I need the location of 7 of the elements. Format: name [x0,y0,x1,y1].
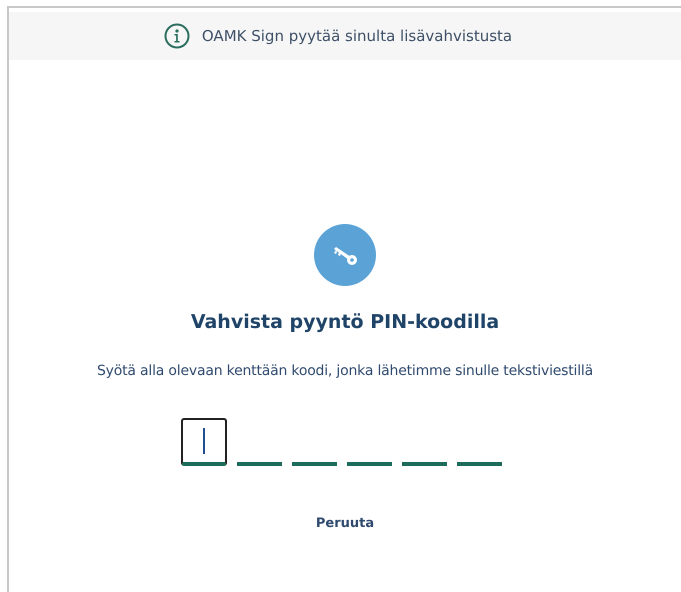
banner-text: OAMK Sign pyytää sinulta lisävahvistusta [202,26,512,47]
pin-digit-field[interactable] [180,418,226,466]
cancel-link[interactable]: Peruuta [316,514,374,533]
page-title: Vahvista pyyntö PIN-koodilla [190,310,500,335]
key-icon [314,224,376,286]
info-icon [164,23,190,49]
instruction-text: Syötä alla olevaan kenttään koodi, jonka lähetimme sinulle tekstiviestillä [96,362,594,380]
